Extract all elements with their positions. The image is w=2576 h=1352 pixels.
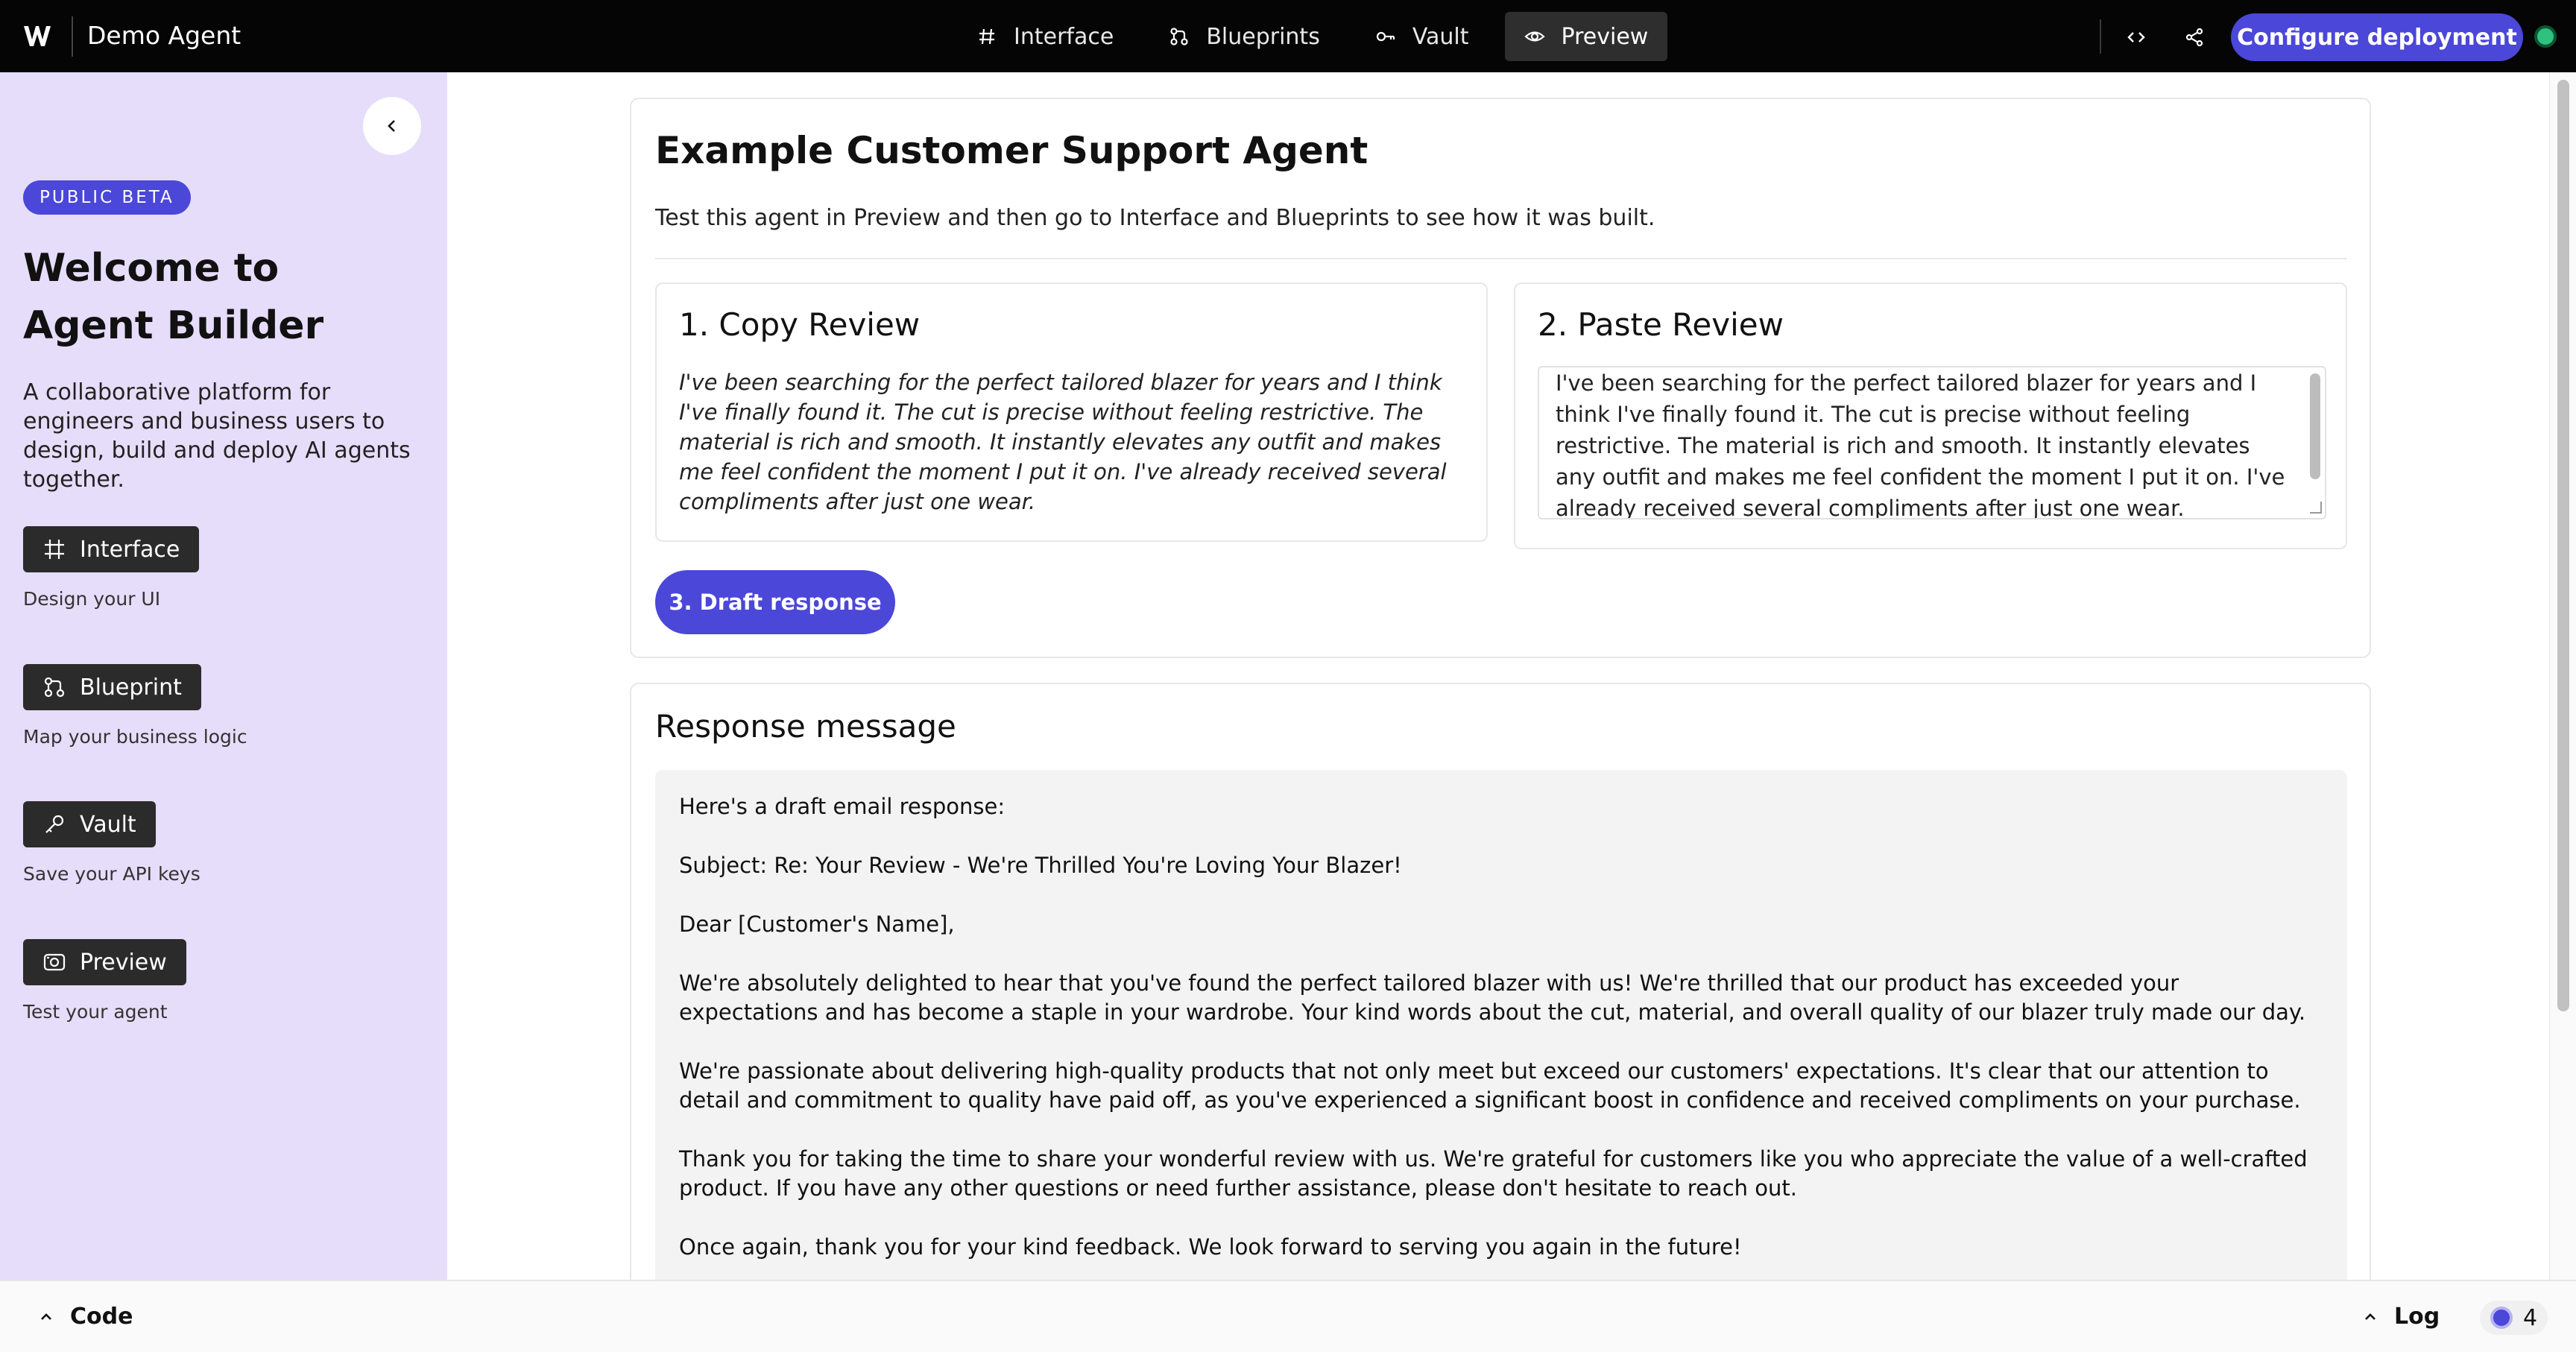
sidebar-item-caption: Design your UI (23, 588, 161, 610)
bottom-bar: Code Log 4 (0, 1280, 2576, 1352)
welcome-description: A collaborative platform for engineers a… (23, 379, 411, 493)
sidebar-item-blueprint[interactable]: Blueprint (23, 664, 201, 710)
log-label: Log (2394, 1304, 2440, 1330)
page-scrollbar-thumb[interactable] (2557, 80, 2569, 1011)
title-divider (72, 16, 73, 57)
response-card: Response message Here's a draft email re… (630, 683, 2371, 1294)
sidebar-item-caption: Save your API keys (23, 863, 201, 885)
sidebar-item-label: Blueprint (80, 674, 182, 701)
code-label: Code (70, 1304, 133, 1330)
share-icon (2185, 28, 2203, 47)
copy-review-text[interactable]: I've been searching for the perfect tail… (679, 367, 1469, 517)
response-paragraph: We're passionate about delivering high-q… (679, 1058, 2301, 1113)
status-indicator (2534, 25, 2557, 48)
top-bar: Demo Agent Interface Blueprints Vault Pr… (0, 0, 2576, 72)
nav-tab-blueprints[interactable]: Blueprints (1149, 12, 1339, 61)
chevron-up-icon (2365, 1312, 2375, 1320)
header-divider (2100, 19, 2101, 54)
key-icon (1376, 31, 1395, 42)
response-paragraph: Once again, thank you for your kind feed… (679, 1234, 1742, 1260)
response-paragraph: We're absolutely delighted to hear that … (679, 970, 2306, 1025)
copy-review-title: 1. Copy Review (679, 306, 921, 343)
sidebar: PUBLIC BETA Welcome to Agent Builder A c… (0, 72, 447, 1280)
share-button[interactable] (2179, 22, 2209, 52)
nav-tab-label: Interface (1014, 23, 1114, 50)
chevron-left-icon (388, 120, 395, 132)
credit-coin-icon (2490, 1307, 2513, 1329)
hash-icon (979, 28, 994, 45)
nav-tab-vault[interactable]: Vault (1356, 12, 1489, 61)
public-beta-badge: PUBLIC BETA (23, 180, 191, 215)
blueprint-icon (44, 677, 65, 698)
sidebar-item-caption: Map your business logic (23, 726, 247, 748)
sidebar-item-preview[interactable]: Preview (23, 939, 186, 985)
chevron-up-icon (41, 1312, 51, 1320)
welcome-title: Welcome to Agent Builder (23, 246, 324, 348)
logo-icon (24, 26, 51, 46)
nav-tab-label: Blueprints (1206, 23, 1320, 50)
nav-tab-label: Vault (1412, 23, 1469, 50)
response-paragraph: Dear [Customer's Name], (679, 912, 955, 937)
textarea-scrollbar[interactable] (2310, 373, 2320, 479)
log-panel-toggle[interactable]: Log (2363, 1304, 2440, 1330)
nav-tab-interface[interactable]: Interface (957, 12, 1133, 61)
nav-tab-label: Preview (1561, 23, 1649, 50)
sidebar-item-caption: Test your agent (23, 1001, 168, 1023)
draft-response-button[interactable]: 3. Draft response (655, 570, 895, 634)
response-message-box: Here's a draft email response: Subject: … (655, 770, 2347, 1292)
sidebar-item-label: Preview (80, 949, 167, 976)
copy-review-card: 1. Copy Review I've been searching for t… (655, 282, 1488, 542)
paste-review-card: 2. Paste Review I've been searching for … (1514, 282, 2347, 549)
divider (655, 258, 2347, 259)
code-panel-toggle[interactable]: Code (39, 1304, 133, 1330)
sidebar-item-label: Interface (80, 536, 180, 563)
response-paragraph: Thank you for taking the time to share y… (679, 1146, 2308, 1201)
configure-deployment-button[interactable]: Configure deployment (2231, 13, 2523, 61)
code-view-button[interactable] (2121, 22, 2151, 52)
main-nav: Interface Blueprints Vault Preview (957, 12, 1668, 61)
collapse-sidebar-button[interactable] (363, 97, 421, 155)
eye-icon (1524, 31, 1545, 42)
sidebar-item-interface[interactable]: Interface (23, 526, 200, 572)
agent-card: Example Customer Support Agent Test this… (630, 98, 2371, 658)
sidebar-item-vault[interactable]: Vault (23, 801, 156, 847)
app-title: Demo Agent (87, 21, 242, 50)
textarea-resize-handle[interactable] (2310, 502, 2322, 514)
response-title: Response message (655, 708, 956, 745)
page-title: Example Customer Support Agent (655, 129, 1368, 172)
blueprint-icon (1170, 28, 1188, 45)
code-icon (2127, 32, 2145, 42)
hash-icon (45, 540, 64, 559)
response-paragraph: Subject: Re: Your Review - We're Thrille… (679, 853, 1402, 878)
page-description: Test this agent in Preview and then go t… (655, 205, 1655, 231)
credits-count: 4 (2523, 1304, 2538, 1331)
sidebar-item-label: Vault (80, 811, 136, 838)
nav-tab-preview[interactable]: Preview (1504, 12, 1668, 61)
paste-review-textarea[interactable]: I've been searching for the perfect tail… (1538, 366, 2326, 519)
camera-icon (43, 953, 66, 971)
paste-review-title: 2. Paste Review (1538, 306, 1784, 343)
key-icon (45, 815, 64, 833)
response-paragraph: Here's a draft email response: (679, 794, 1006, 819)
credits-badge[interactable]: 4 (2480, 1301, 2548, 1335)
